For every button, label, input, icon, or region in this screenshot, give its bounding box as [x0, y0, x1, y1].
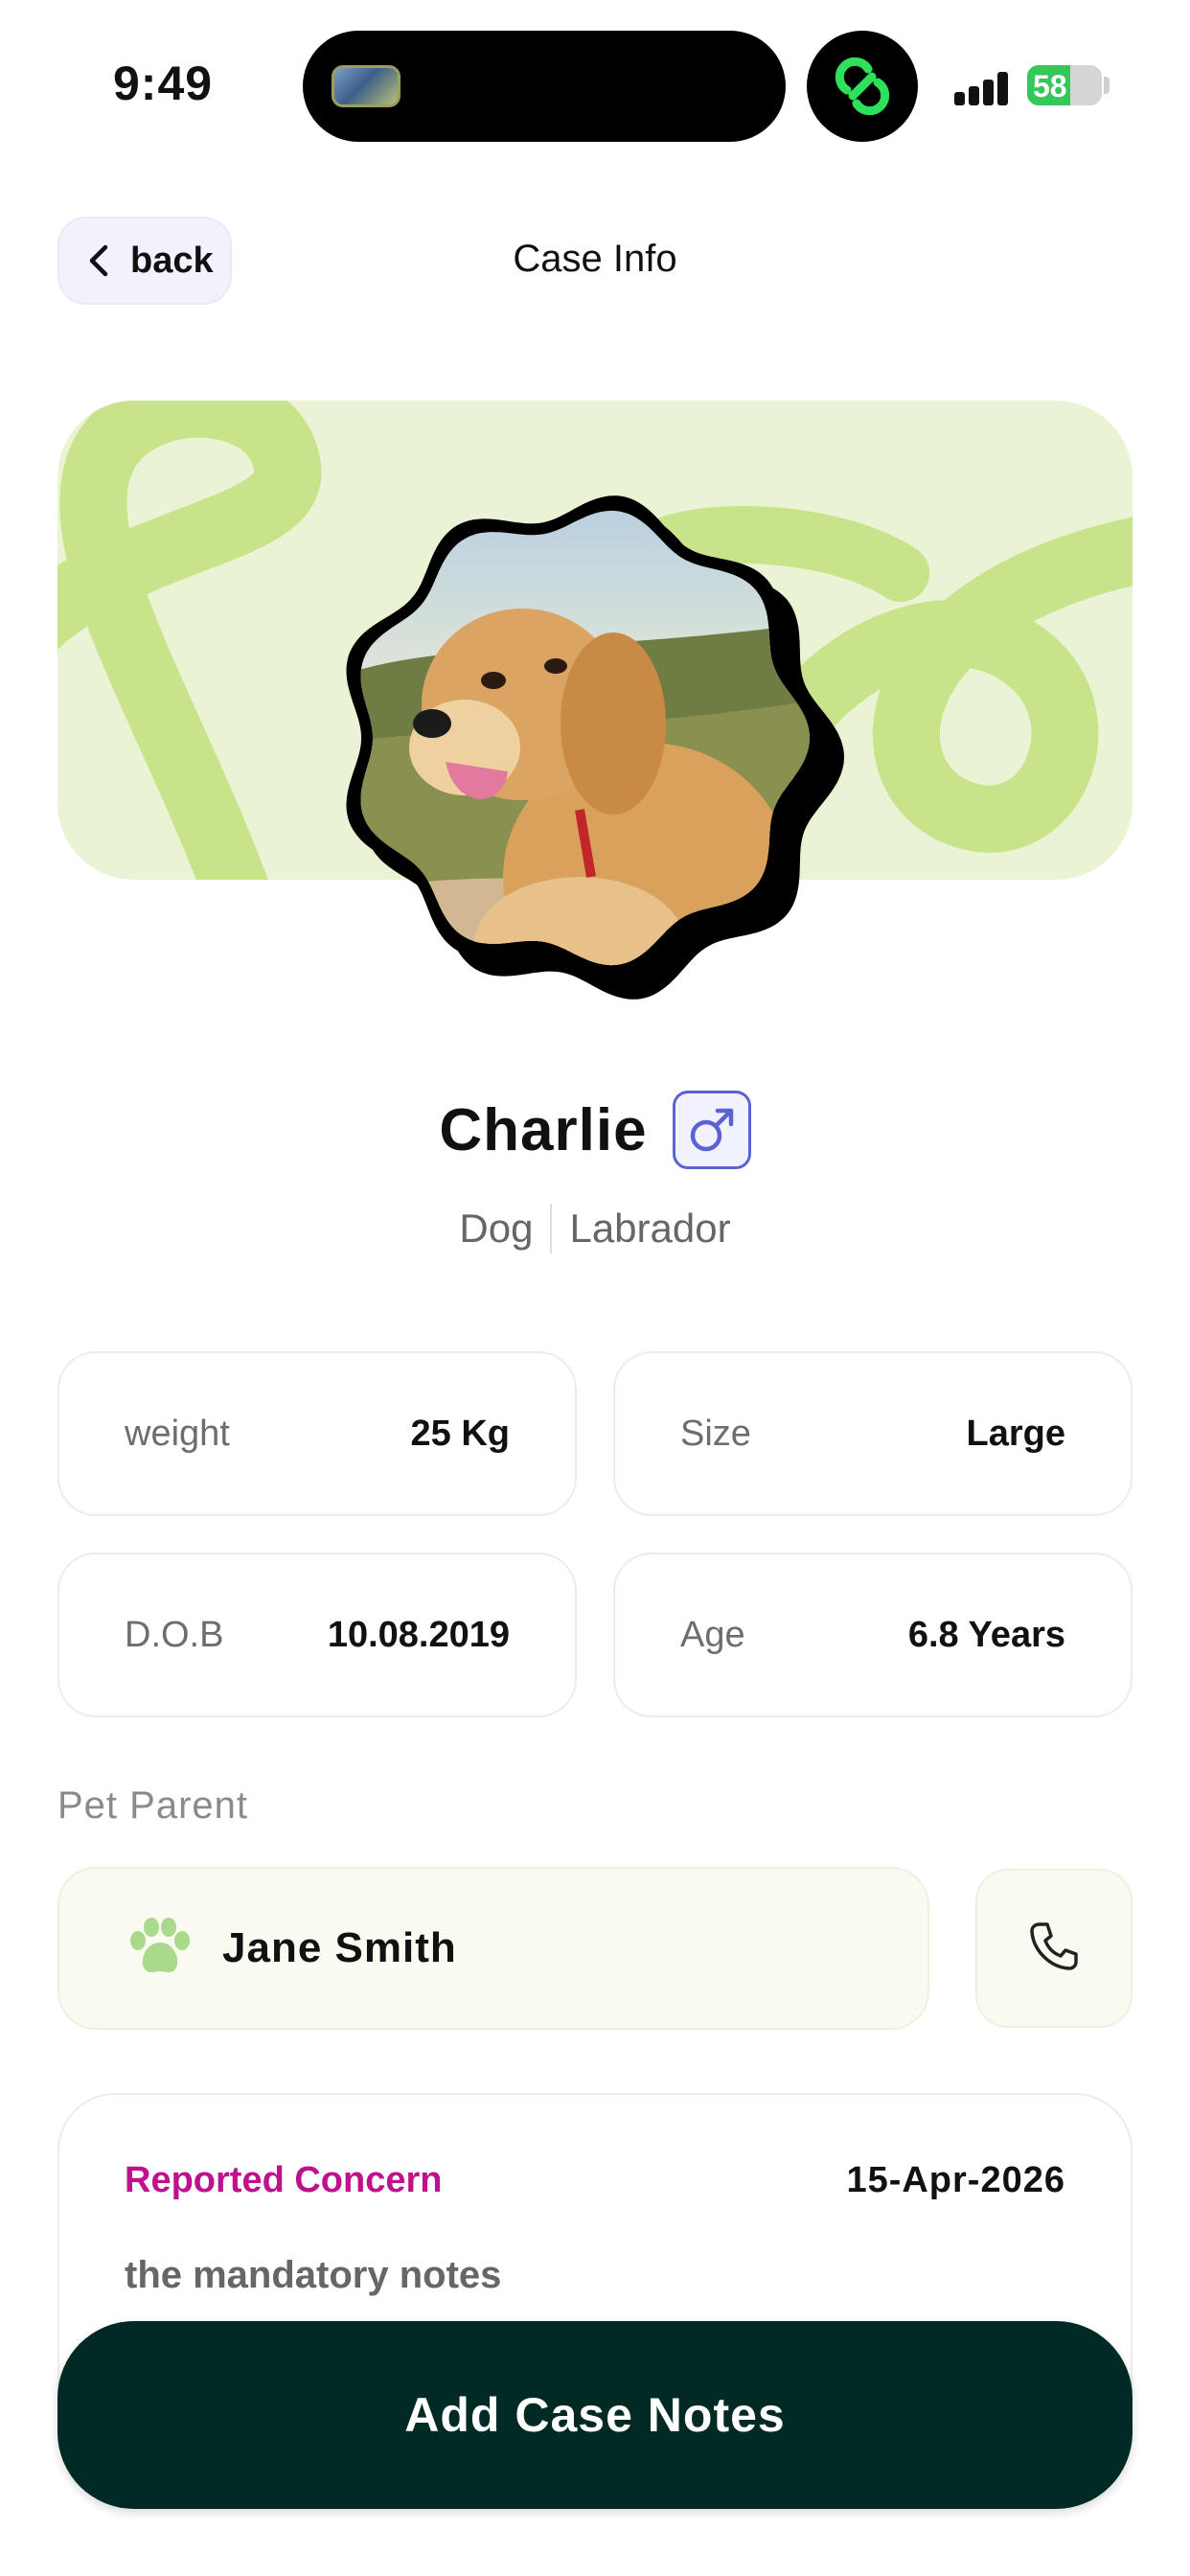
size-value: Large	[966, 1413, 1065, 1454]
concern-title: Reported Concern	[125, 2160, 443, 2200]
dob-label: D.O.B	[125, 1614, 224, 1655]
cellular-signal-icon	[954, 71, 1012, 105]
dob-value: 10.08.2019	[327, 1614, 510, 1655]
weight-label: weight	[125, 1413, 230, 1454]
status-time: 9:49	[113, 57, 214, 110]
dob-card: D.O.B 10.08.2019	[57, 1552, 577, 1717]
weight-card: weight 25 Kg	[57, 1351, 577, 1516]
call-button[interactable]	[975, 1869, 1133, 2028]
phone-icon	[1026, 1919, 1082, 1979]
concern-date: 15-Apr-2026	[846, 2160, 1065, 2200]
pet-name-row: Charlie	[0, 1091, 1190, 1169]
concern-notes: the mandatory notes	[125, 2254, 502, 2296]
divider	[550, 1204, 553, 1254]
status-bar: 9:49 58	[0, 0, 1190, 163]
page-title: Case Info	[513, 238, 677, 280]
pet-avatar	[340, 494, 848, 1016]
age-card: Age 6.8 Years	[613, 1552, 1133, 1717]
pet-name: Charlie	[439, 1096, 648, 1163]
male-gender-icon	[672, 1091, 751, 1169]
age-label: Age	[680, 1614, 745, 1655]
add-case-notes-button[interactable]: Add Case Notes	[57, 2321, 1133, 2509]
weight-value: 25 Kg	[410, 1413, 510, 1454]
pet-species: Dog	[459, 1206, 534, 1251]
linked-rings-app-icon	[807, 31, 918, 142]
size-card: Size Large	[613, 1351, 1133, 1516]
pet-parent-card[interactable]: Jane Smith	[57, 1867, 929, 2030]
species-breed-row: Dog Labrador	[0, 1204, 1190, 1254]
pet-breed: Labrador	[569, 1206, 731, 1251]
age-value: 6.8 Years	[907, 1614, 1065, 1655]
dynamic-island	[303, 31, 786, 142]
size-label: Size	[680, 1413, 751, 1454]
paw-icon	[126, 1916, 194, 1982]
battery-icon: 58	[1027, 65, 1102, 105]
battery-percent: 58	[1033, 69, 1067, 104]
live-activity-thumbnail	[332, 65, 400, 107]
pet-parent-name: Jane Smith	[222, 1924, 457, 1971]
pet-parent-section-label: Pet Parent	[57, 1784, 249, 1827]
battery-cap	[1104, 77, 1110, 94]
